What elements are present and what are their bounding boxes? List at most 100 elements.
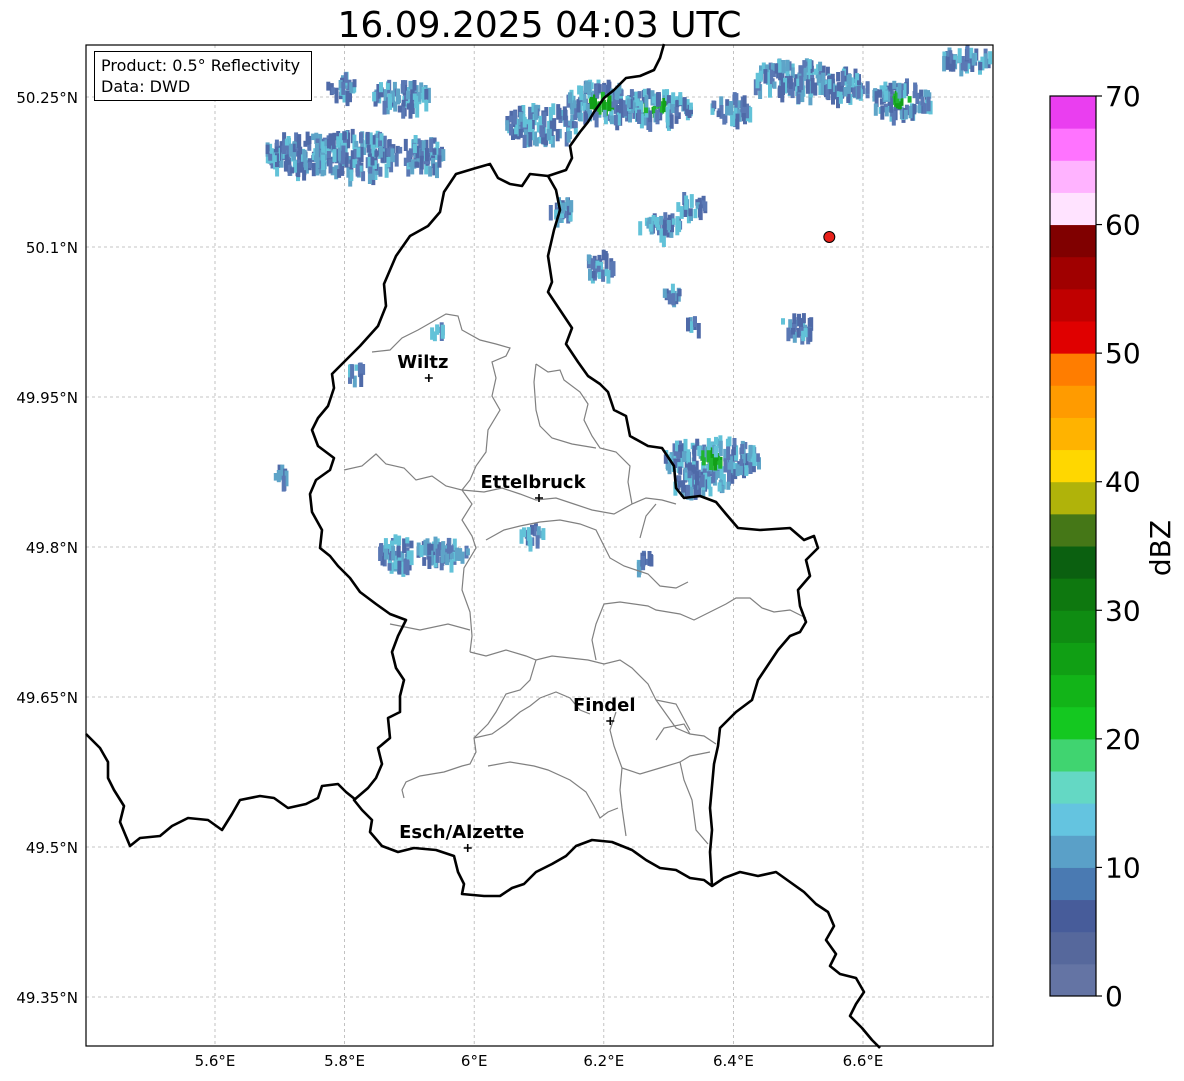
radar-echo-cell — [336, 136, 341, 148]
radar-echo-cell — [774, 63, 779, 74]
country-borders — [85, 43, 881, 1049]
radar-echo-cell — [382, 100, 387, 115]
radar-echo-cell — [652, 96, 656, 104]
radar-echo-cell — [465, 548, 470, 556]
radar-echo-cell — [535, 535, 540, 549]
radar-echo-cell — [328, 159, 333, 174]
radar-echo-cell — [541, 136, 546, 145]
radar-echo-cell — [880, 105, 885, 120]
radar-echo-cell — [326, 138, 331, 149]
radar-echo-cell — [663, 212, 668, 221]
city-findel: Findel — [573, 695, 636, 725]
radar-echo-cell — [920, 96, 925, 106]
radar-echo-cell — [314, 143, 319, 159]
radar-echo-cell — [562, 106, 567, 121]
radar-echo-cell — [659, 215, 664, 225]
radar-echo-cell — [283, 161, 288, 172]
radar-echo-cell — [698, 204, 703, 221]
radar-echo-cell — [332, 132, 337, 141]
radar-echo-cell — [304, 162, 308, 171]
product-label: Product: 0.5° Reflectivity — [101, 56, 301, 75]
radar-echo-cell — [791, 327, 795, 335]
radar-echo-cell — [655, 92, 660, 107]
radar-echo-cell — [412, 143, 417, 154]
radar-echo-cell — [305, 131, 310, 145]
radar-echo-cell — [884, 90, 889, 101]
radar-echo-cell — [799, 75, 804, 90]
radar-echo-cell — [365, 131, 370, 145]
radar-echo-cell — [646, 88, 651, 95]
lon-tick-label: 5.6°E — [195, 1052, 236, 1070]
radar-echo-cell — [273, 473, 278, 481]
radar-echo-cell — [540, 128, 545, 138]
radar-echo-cell — [412, 80, 417, 91]
data-source-label: Data: DWD — [101, 77, 191, 96]
radar-echo-cell — [674, 106, 679, 117]
radar-echo-cell — [354, 140, 359, 148]
radar-echo-cell — [427, 543, 432, 556]
radar-echo-cell — [332, 149, 337, 163]
radar-echo-cell — [601, 269, 606, 282]
radar-echo-cell — [441, 149, 446, 161]
radar-echo-cell — [648, 554, 653, 561]
radar-echo-cell — [675, 223, 680, 236]
radar-echo-cell — [873, 103, 878, 116]
lon-tick-label: 6.6°E — [843, 1052, 884, 1070]
city-marker — [463, 844, 472, 852]
radar-echo-cell — [536, 526, 541, 536]
radar-echo-cell — [726, 481, 731, 490]
radar-echo-cell — [272, 155, 277, 162]
radar-echo-cell — [679, 206, 684, 219]
radar-echo-cell — [732, 438, 737, 447]
radar-echo-cell — [671, 218, 676, 225]
radar-echo-cell — [356, 147, 361, 158]
radar-echo-cell — [401, 80, 405, 93]
radar-echo-cell — [458, 549, 463, 561]
lat-tick-label: 49.95°N — [16, 389, 78, 407]
radar-echo-cell — [700, 474, 705, 488]
radar-echo-cell — [533, 105, 538, 119]
radar-echo-cell — [884, 107, 889, 117]
radar-echo-cell — [446, 537, 451, 554]
radar-echo-cell — [662, 220, 667, 236]
radar-echo-cell — [788, 78, 793, 87]
radar-echo-cell — [274, 139, 279, 147]
lon-tick-label: 6.4°E — [713, 1052, 754, 1070]
radar-echo-cell — [768, 84, 772, 98]
radar-echo-cell — [508, 115, 513, 123]
radar-echo-cell — [397, 535, 402, 546]
radar-echo-cell — [785, 59, 790, 72]
radar-echo-cell — [897, 82, 902, 99]
radar-echo-cell — [597, 84, 602, 94]
radar-echo-cell — [695, 471, 699, 486]
radar-echo-cell — [805, 79, 810, 94]
radar-echo-cell — [350, 364, 355, 379]
radar-echo-cell — [604, 268, 609, 277]
radar-echo-cell — [678, 92, 683, 106]
radar-echo-cell — [903, 109, 908, 120]
radar-echo-cell — [725, 439, 730, 446]
radar-echo-cell — [573, 121, 578, 128]
radar-echo-cell — [359, 373, 364, 387]
lat-tick-label: 49.35°N — [16, 989, 78, 1007]
radar-echo-cell — [781, 60, 786, 74]
radar-echo-cell — [666, 220, 671, 231]
radar-echo-cell — [372, 91, 377, 102]
radar-echo-cell — [907, 96, 912, 103]
radar-echo-cell — [644, 95, 649, 108]
radar-echo-cell — [713, 446, 718, 458]
radar-echo-cell — [522, 527, 526, 538]
radar-echo-cell — [424, 99, 429, 112]
radar-echo-cell — [723, 458, 728, 473]
radar-echo-cell — [688, 208, 693, 217]
radar-echo-cell — [655, 217, 660, 228]
radar-echo-cell — [579, 85, 584, 101]
radar-echo-cell — [528, 131, 533, 147]
radar-echo-cell — [419, 155, 424, 170]
radar-echo-cell — [509, 123, 513, 136]
radar-echo-cell — [522, 134, 527, 148]
radar-echo-cell — [813, 82, 818, 96]
radar-echo-cell — [409, 540, 414, 549]
radar-echo-cell — [840, 70, 845, 86]
radar-echo-cell — [686, 449, 691, 464]
